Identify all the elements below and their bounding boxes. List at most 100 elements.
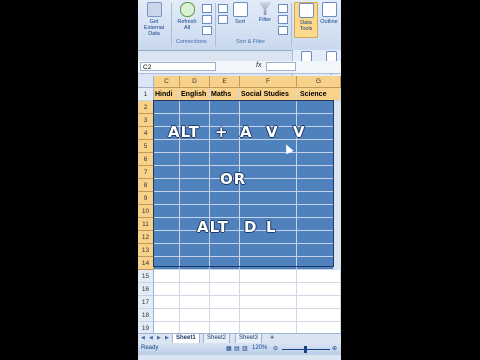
- grid-cell[interactable]: [210, 192, 240, 205]
- grid-cell[interactable]: [210, 153, 240, 166]
- grid-cell[interactable]: [297, 101, 334, 114]
- grid-cell[interactable]: [240, 153, 297, 166]
- advanced-icon[interactable]: [278, 26, 288, 35]
- row-header[interactable]: 11: [138, 218, 154, 231]
- row-header[interactable]: 16: [138, 283, 154, 296]
- cell-g1[interactable]: Science: [297, 88, 341, 101]
- grid-cell[interactable]: [240, 179, 297, 192]
- grid-cell[interactable]: [180, 309, 210, 322]
- formula-input[interactable]: [266, 62, 296, 71]
- grid-cell[interactable]: [240, 296, 297, 309]
- sort-button[interactable]: Sort: [230, 2, 250, 38]
- sort-descending-icon[interactable]: [218, 15, 228, 24]
- grid-cell[interactable]: [210, 140, 240, 153]
- grid-cell[interactable]: [180, 192, 210, 205]
- grid-cell[interactable]: [154, 244, 180, 257]
- row-header[interactable]: 1: [138, 88, 154, 101]
- grid-cell[interactable]: [154, 283, 180, 296]
- grid-cell[interactable]: [297, 270, 341, 283]
- grid-cell[interactable]: [297, 140, 334, 153]
- row-header[interactable]: 12: [138, 231, 154, 244]
- grid-cell[interactable]: [180, 244, 210, 257]
- grid-cell[interactable]: [240, 101, 297, 114]
- grid-cell[interactable]: [154, 231, 180, 244]
- grid-cell[interactable]: [240, 309, 297, 322]
- row-header[interactable]: 9: [138, 192, 154, 205]
- zoom-out-icon[interactable]: ⊖: [273, 345, 278, 352]
- grid-cell[interactable]: [240, 166, 297, 179]
- grid-cell[interactable]: [240, 257, 297, 270]
- row-header[interactable]: 3: [138, 114, 154, 127]
- grid-cell[interactable]: [154, 166, 180, 179]
- grid-cell[interactable]: [240, 192, 297, 205]
- grid-cell[interactable]: [180, 153, 210, 166]
- row-header[interactable]: 6: [138, 153, 154, 166]
- grid-cell[interactable]: [180, 140, 210, 153]
- get-external-data-button[interactable]: Get External Data: [139, 2, 169, 38]
- grid-cell[interactable]: [180, 296, 210, 309]
- cell-c1[interactable]: Hindi: [154, 88, 180, 101]
- grid-cell[interactable]: [240, 283, 297, 296]
- grid-cell[interactable]: [210, 257, 240, 270]
- grid-cell[interactable]: [240, 205, 297, 218]
- cell-d1[interactable]: English: [180, 88, 210, 101]
- grid-cell[interactable]: [154, 257, 180, 270]
- prev-sheet-arrow-icon[interactable]: ◀: [149, 335, 153, 341]
- name-box[interactable]: C2: [140, 62, 216, 71]
- refresh-all-button[interactable]: Refresh All: [174, 2, 200, 38]
- page-layout-icon[interactable]: ▤: [234, 345, 240, 352]
- row-header[interactable]: 10: [138, 205, 154, 218]
- grid-cell[interactable]: [210, 244, 240, 257]
- grid-cell[interactable]: [180, 166, 210, 179]
- row-header[interactable]: 14: [138, 257, 154, 270]
- edit-links-icon[interactable]: [202, 26, 212, 35]
- data-tools-button[interactable]: Data Tools: [294, 2, 318, 38]
- row-header[interactable]: 7: [138, 166, 154, 179]
- row-header[interactable]: 5: [138, 140, 154, 153]
- grid-cell[interactable]: [210, 101, 240, 114]
- grid-cell[interactable]: [180, 257, 210, 270]
- grid-cell[interactable]: [210, 205, 240, 218]
- grid-cell[interactable]: [297, 218, 334, 231]
- grid-cell[interactable]: [154, 101, 180, 114]
- cell-e1[interactable]: Maths: [210, 88, 240, 101]
- grid-cell[interactable]: [297, 166, 334, 179]
- grid-cell[interactable]: [180, 270, 210, 283]
- grid-cell[interactable]: [297, 179, 334, 192]
- grid-cell[interactable]: [154, 309, 180, 322]
- clear-icon[interactable]: [278, 4, 288, 13]
- sort-ascending-icon[interactable]: [218, 4, 228, 13]
- fx-icon[interactable]: fx: [256, 62, 261, 69]
- page-break-icon[interactable]: ▥: [242, 345, 248, 352]
- zoom-in-icon[interactable]: ⊕: [332, 345, 337, 352]
- grid-cell[interactable]: [297, 257, 334, 270]
- grid-cell[interactable]: [297, 283, 341, 296]
- grid-cell[interactable]: [210, 270, 240, 283]
- grid-cell[interactable]: [154, 192, 180, 205]
- connections-icon[interactable]: [202, 4, 212, 13]
- grid-cell[interactable]: [154, 296, 180, 309]
- row-header[interactable]: 13: [138, 244, 154, 257]
- last-sheet-arrow-icon[interactable]: ▶: [165, 335, 169, 341]
- cell-f1[interactable]: Social Studies: [240, 88, 297, 101]
- grid-cell[interactable]: [297, 231, 334, 244]
- zoom-level[interactable]: 120%: [252, 345, 267, 351]
- grid-cell[interactable]: [180, 205, 210, 218]
- grid-cell[interactable]: [210, 283, 240, 296]
- grid-cell[interactable]: [297, 244, 334, 257]
- grid-cell[interactable]: [297, 296, 341, 309]
- grid-cell[interactable]: [180, 283, 210, 296]
- grid-cell[interactable]: [180, 179, 210, 192]
- properties-icon[interactable]: [202, 15, 212, 24]
- select-all-corner[interactable]: [138, 76, 154, 88]
- grid-cell[interactable]: [210, 296, 240, 309]
- grid-cell[interactable]: [154, 205, 180, 218]
- grid-cell[interactable]: [297, 309, 341, 322]
- outline-button[interactable]: Outline: [318, 2, 340, 38]
- grid-cell[interactable]: [297, 153, 334, 166]
- grid-cell[interactable]: [240, 244, 297, 257]
- row-header[interactable]: 4: [138, 127, 154, 140]
- grid-cell[interactable]: [297, 192, 334, 205]
- row-header[interactable]: 15: [138, 270, 154, 283]
- row-header[interactable]: 8: [138, 179, 154, 192]
